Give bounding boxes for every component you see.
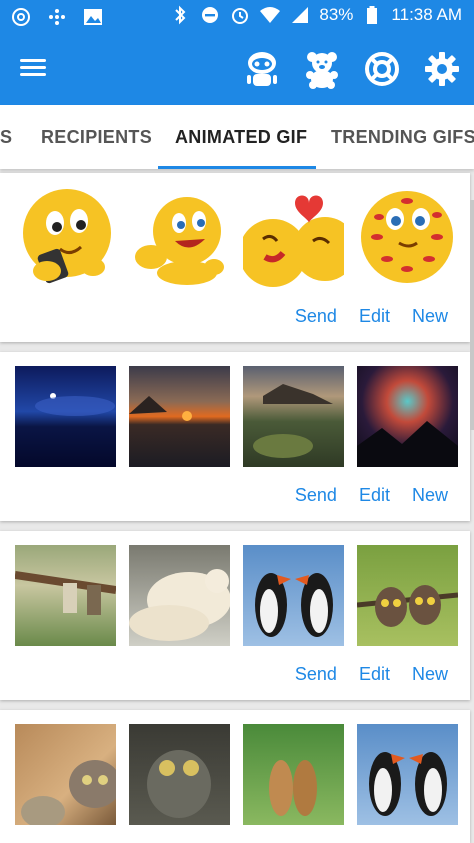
at-sign-icon <box>10 6 32 28</box>
new-button[interactable]: New <box>412 485 448 506</box>
gif-thumbnail[interactable] <box>15 366 116 467</box>
gif-thumbnail[interactable] <box>357 187 458 288</box>
gif-thumbnail[interactable] <box>243 187 344 288</box>
tab-trending-gifs[interactable]: TRENDING GIFS <box>331 105 474 169</box>
emoji-lipstick-image <box>361 191 453 283</box>
gif-card-pets <box>0 710 470 843</box>
gif-thumbnail[interactable] <box>129 187 230 288</box>
edit-button[interactable]: Edit <box>359 664 390 685</box>
help-button[interactable] <box>362 49 402 89</box>
puffins-image <box>255 573 333 637</box>
tab-animated-gif[interactable]: ANIMATED GIF <box>175 105 307 169</box>
settings-button[interactable] <box>422 49 462 89</box>
gif-thumbnail[interactable] <box>357 545 458 646</box>
emoji-phone-image <box>23 189 111 284</box>
gif-card-animals: Send Edit New <box>0 531 470 700</box>
thumbnail-row <box>15 724 458 825</box>
gif-thumbnail[interactable] <box>15 187 116 288</box>
lifebuoy-icon <box>365 52 399 86</box>
edit-button[interactable]: Edit <box>359 485 390 506</box>
menu-icon <box>20 59 46 62</box>
gif-thumbnail[interactable] <box>129 724 230 825</box>
new-button[interactable]: New <box>412 306 448 327</box>
tab-previous[interactable]: S <box>0 105 12 169</box>
menu-button[interactable] <box>20 55 54 83</box>
prairie-dogs-image <box>269 760 317 816</box>
robot-icon <box>247 52 277 86</box>
app-bar-actions <box>242 49 462 89</box>
robot-button[interactable] <box>242 49 282 89</box>
thumbnail-row <box>15 545 458 646</box>
new-button[interactable]: New <box>412 664 448 685</box>
gif-thumbnail[interactable] <box>243 366 344 467</box>
tab-recipients[interactable]: RECIPIENTS <box>41 105 152 169</box>
send-button[interactable]: Send <box>295 485 337 506</box>
gif-thumbnail[interactable] <box>357 366 458 467</box>
owls-image <box>147 750 211 818</box>
gif-thumbnail[interactable] <box>129 366 230 467</box>
owlets-on-branch-image <box>357 585 458 627</box>
dots-grid-icon <box>46 6 68 28</box>
gif-card-landscapes: Send Edit New <box>0 352 470 521</box>
status-notifications <box>10 6 104 28</box>
cats-peeking-image <box>21 760 116 825</box>
gif-thumbnail[interactable] <box>129 545 230 646</box>
gif-card-emojis: Send Edit New <box>0 173 470 342</box>
scrollbar[interactable] <box>470 200 474 430</box>
clock-time: 11:38 AM <box>391 5 462 24</box>
bluetooth-icon <box>169 4 191 26</box>
active-tab-indicator <box>158 166 316 169</box>
rocky-coast-image <box>253 384 333 458</box>
edit-button[interactable]: Edit <box>359 306 390 327</box>
gif-thumbnail[interactable] <box>243 545 344 646</box>
do-not-disturb-icon <box>199 4 221 26</box>
couple-on-branch-image <box>15 571 116 615</box>
thumbnail-row <box>15 366 458 467</box>
battery-percent: 83% <box>319 5 354 24</box>
cell-signal-icon <box>289 4 311 26</box>
tab-bar: S RECIPIENTS ANIMATED GIF TRENDING GIFS <box>0 105 474 169</box>
night-lake-image <box>35 393 115 416</box>
teddy-bear-button[interactable] <box>302 49 342 89</box>
card-actions: Send Edit New <box>295 664 448 685</box>
gif-thumbnail[interactable] <box>15 545 116 646</box>
card-actions: Send Edit New <box>295 306 448 327</box>
wifi-icon <box>259 4 281 26</box>
status-bar: 83% 11:38 AM <box>0 0 474 33</box>
emoji-crawling-image <box>135 197 224 285</box>
thumbnail-row <box>15 187 458 288</box>
gif-thumbnail[interactable] <box>243 724 344 825</box>
gif-thumbnail[interactable] <box>15 724 116 825</box>
send-button[interactable]: Send <box>295 306 337 327</box>
card-actions: Send Edit New <box>295 485 448 506</box>
image-icon <box>82 6 104 28</box>
status-system: 83% 11:38 AM <box>169 4 462 26</box>
app-bar <box>0 33 474 105</box>
sunset-lake-image <box>129 396 192 421</box>
gear-icon <box>425 52 459 86</box>
alarm-icon <box>229 4 251 26</box>
teddy-bear-icon <box>306 52 338 89</box>
gif-thumbnail[interactable] <box>357 724 458 825</box>
battery-icon <box>361 4 383 26</box>
puffins-image <box>369 752 447 816</box>
emoji-kiss-image <box>243 195 344 287</box>
send-button[interactable]: Send <box>295 664 337 685</box>
polar-bears-image <box>129 569 230 641</box>
nebula-mountains-image <box>357 421 458 467</box>
